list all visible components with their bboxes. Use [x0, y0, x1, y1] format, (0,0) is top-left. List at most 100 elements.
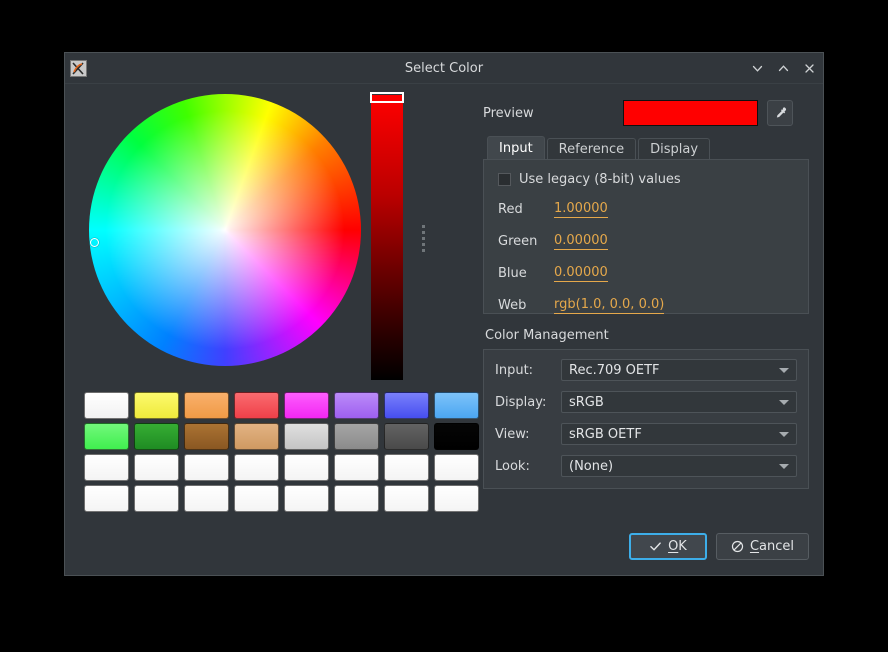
window-title: Select Color	[404, 60, 484, 76]
swatch-purple[interactable]	[334, 392, 379, 419]
swatch-orange[interactable]	[184, 392, 229, 419]
cm-label-display: Display:	[495, 394, 547, 410]
swatch-empty[interactable]	[84, 485, 129, 512]
value-slider-handle[interactable]	[370, 92, 404, 103]
tab-display[interactable]: Display	[638, 138, 711, 159]
color-management-title: Color Management	[485, 328, 609, 343]
field-value-green[interactable]: 0.00000	[554, 233, 608, 250]
cm-select-value-input: Rec.709 OETF	[569, 362, 660, 378]
color-wheel-container	[79, 92, 369, 382]
color-management-box: Input: Rec.709 OETF Display: sRGB View: sRGB …	[483, 349, 809, 489]
panel-splitter[interactable]	[415, 92, 431, 384]
cm-select-look[interactable]: (None)	[561, 455, 797, 477]
swatch-empty[interactable]	[334, 485, 379, 512]
palette-grid	[79, 392, 479, 512]
color-component-fields: Red 1.00000 Green 0.00000 Blue 0.00000 Web rgb(…	[498, 198, 794, 316]
cm-row-input: Input: Rec.709 OETF	[495, 359, 797, 381]
swatch-empty[interactable]	[84, 454, 129, 481]
right-pane: Preview Input Reference Display Use legacy…	[473, 92, 809, 523]
field-row-green: Green 0.00000	[498, 230, 794, 252]
swatch-empty[interactable]	[384, 454, 429, 481]
swatch-tan[interactable]	[234, 423, 279, 450]
chevron-down-icon	[779, 463, 789, 469]
swatch-empty[interactable]	[384, 485, 429, 512]
swatch-red[interactable]	[234, 392, 279, 419]
chevron-up-icon[interactable]	[775, 60, 791, 76]
check-icon	[649, 540, 662, 553]
chevron-down-icon[interactable]	[749, 60, 765, 76]
left-pane	[79, 92, 479, 523]
cm-select-value-display: sRGB	[569, 394, 604, 410]
chevron-down-icon	[779, 431, 789, 437]
cm-row-display: Display: sRGB	[495, 391, 797, 413]
field-label-blue: Blue	[498, 265, 527, 281]
color-wheel[interactable]	[89, 94, 361, 366]
ok-button-label: OK	[668, 538, 687, 554]
tab-reference[interactable]: Reference	[546, 138, 637, 159]
wheel-row	[79, 92, 473, 384]
ok-button[interactable]: OK	[628, 532, 707, 560]
swatch-empty[interactable]	[134, 454, 179, 481]
field-value-blue[interactable]: 0.00000	[554, 265, 608, 282]
field-row-blue: Blue 0.00000	[498, 262, 794, 284]
field-value-red[interactable]: 1.00000	[554, 201, 608, 218]
swatch-blue[interactable]	[384, 392, 429, 419]
swatch-light-gray[interactable]	[284, 423, 329, 450]
swatch-white[interactable]	[84, 392, 129, 419]
swatch-dark-gray[interactable]	[384, 423, 429, 450]
dialog-footer: OK Cancel	[65, 523, 823, 575]
swatch-empty[interactable]	[284, 485, 329, 512]
legacy-values-checkbox[interactable]	[498, 173, 511, 186]
close-icon[interactable]	[801, 60, 817, 76]
swatch-gray[interactable]	[334, 423, 379, 450]
swatch-yellow[interactable]	[134, 392, 179, 419]
legacy-values-label: Use legacy (8-bit) values	[519, 172, 681, 187]
swatch-light-green[interactable]	[84, 423, 129, 450]
eyedropper-button[interactable]	[767, 100, 793, 126]
field-row-web: Web rgb(1.0, 0.0, 0.0)	[498, 294, 794, 316]
swatch-empty[interactable]	[334, 454, 379, 481]
dialog-body: Preview Input Reference Display Use legacy…	[65, 84, 823, 523]
swatch-brown[interactable]	[184, 423, 229, 450]
tab-bar: Input Reference Display	[483, 136, 809, 159]
eyedropper-icon	[773, 106, 788, 121]
cm-select-value-view: sRGB OETF	[569, 426, 642, 442]
field-value-web[interactable]: rgb(1.0, 0.0, 0.0)	[554, 297, 665, 314]
select-color-dialog: Select Color Preview Input Reference Dis…	[64, 52, 824, 576]
cm-row-view: View: sRGB OETF	[495, 423, 797, 445]
preview-color-swatch[interactable]	[623, 100, 758, 126]
field-label-web: Web	[498, 297, 527, 313]
cancel-button[interactable]: Cancel	[715, 532, 809, 560]
preview-row: Preview	[483, 98, 809, 128]
window-controls	[749, 60, 817, 76]
app-logo-icon[interactable]	[70, 59, 87, 77]
value-slider[interactable]	[370, 92, 404, 380]
chevron-down-icon	[779, 367, 789, 373]
cm-select-input[interactable]: Rec.709 OETF	[561, 359, 797, 381]
swatch-green[interactable]	[134, 423, 179, 450]
cm-row-look: Look: (None)	[495, 455, 797, 477]
cm-select-view[interactable]: sRGB OETF	[561, 423, 797, 445]
cm-select-value-look: (None)	[569, 458, 614, 474]
tab-input[interactable]: Input	[487, 136, 545, 159]
cm-label-input: Input:	[495, 362, 534, 378]
wheel-selector-marker[interactable]	[90, 238, 99, 247]
field-label-green: Green	[498, 233, 538, 249]
title-bar[interactable]: Select Color	[65, 53, 823, 84]
splitter-grip-icon	[421, 224, 425, 252]
no-entry-icon	[731, 540, 744, 553]
legacy-values-checkbox-row[interactable]: Use legacy (8-bit) values	[498, 172, 794, 187]
swatch-magenta[interactable]	[284, 392, 329, 419]
swatch-empty[interactable]	[234, 485, 279, 512]
input-tab-panel: Use legacy (8-bit) values Red 1.00000 Gree…	[483, 159, 809, 314]
cm-select-display[interactable]: sRGB	[561, 391, 797, 413]
swatch-empty[interactable]	[234, 454, 279, 481]
cm-label-view: View:	[495, 426, 530, 442]
swatch-empty[interactable]	[184, 485, 229, 512]
chevron-down-icon	[779, 399, 789, 405]
cancel-button-label: Cancel	[749, 538, 794, 554]
swatch-empty[interactable]	[184, 454, 229, 481]
value-slider-container	[369, 92, 415, 384]
swatch-empty[interactable]	[134, 485, 179, 512]
swatch-empty[interactable]	[284, 454, 329, 481]
